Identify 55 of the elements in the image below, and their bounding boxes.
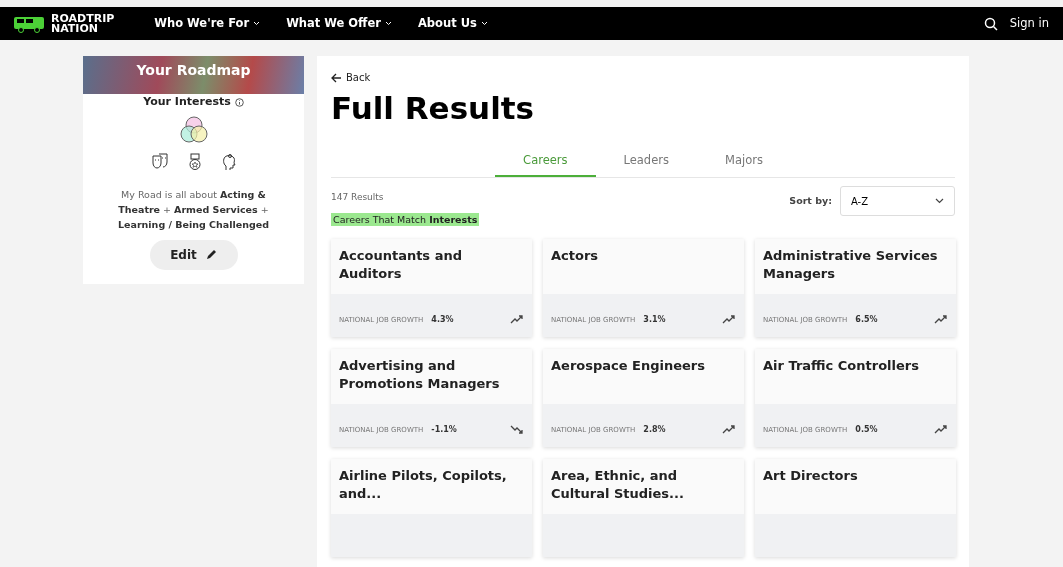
sort-dropdown[interactable]: A-Z [840, 186, 955, 217]
growth-value: 4.3% [431, 314, 454, 327]
roadmap-banner: Your Roadmap [83, 56, 304, 94]
venn-diagram-icon [178, 114, 209, 145]
career-title: Area, Ethnic, and Cultural Studies... [550, 466, 685, 503]
chevron-down-icon [480, 21, 488, 26]
results-tab[interactable]: Majors [696, 146, 791, 178]
info-icon[interactable] [234, 97, 244, 107]
growth-value: 0.5% [855, 424, 878, 437]
career-card[interactable]: Art Directors [755, 458, 956, 557]
career-title: Aerospace Engineers [550, 356, 707, 375]
sign-in-link[interactable]: Sign in [1009, 14, 1049, 33]
trend-up-icon [722, 315, 736, 326]
trend-up-icon [510, 315, 524, 326]
career-title: Airline Pilots, Copilots, and... [338, 466, 508, 503]
career-title: Art Directors [762, 466, 859, 485]
results-tab[interactable]: Leaders [595, 146, 697, 178]
trend-down-icon [510, 425, 524, 436]
chevron-down-icon [384, 21, 392, 26]
trend-up-icon [722, 425, 736, 436]
van-logo-icon [13, 14, 47, 33]
edit-button[interactable]: Edit [149, 239, 238, 270]
search-icon[interactable] [983, 16, 998, 31]
head-icon [221, 152, 236, 171]
medal-icon [187, 152, 202, 171]
arrow-left-icon [331, 72, 342, 83]
results-tab[interactable]: Careers [495, 146, 596, 178]
chevron-down-icon [935, 198, 944, 205]
interests-title: Your Interests [143, 94, 231, 110]
sort-label: Sort by: [789, 194, 832, 209]
nav-menu[interactable]: What We Offer [286, 14, 392, 33]
trend-up-icon [934, 425, 948, 436]
trend-up-icon [934, 315, 948, 326]
career-card[interactable]: Airline Pilots, Copilots, and... [331, 458, 532, 557]
nav-menu[interactable]: About Us [417, 14, 488, 33]
logo-text[interactable]: ROADTRIP NATION [51, 13, 115, 34]
chevron-down-icon [253, 21, 261, 26]
career-title: Advertising and Promotions Managers [338, 356, 501, 393]
career-title: Actors [550, 246, 600, 265]
interests-summary: My Road is all about Acting & Theatre + Armed Services + Learning / Being Challenged [117, 187, 270, 232]
nav-menu[interactable]: Who We're For [154, 14, 261, 33]
results-count: 147 Results [331, 191, 384, 205]
career-title: Accountants and Auditors [338, 246, 463, 283]
page-title: Full Results [331, 93, 536, 124]
theatre-masks-icon [151, 152, 168, 171]
growth-value: -1.1% [431, 424, 457, 437]
match-label: Careers That Match Interests [331, 213, 480, 227]
back-link[interactable]: Back [331, 70, 371, 85]
pencil-icon [204, 248, 217, 261]
growth-value: 2.8% [643, 424, 666, 437]
career-card[interactable]: Area, Ethnic, and Cultural Studies... [543, 458, 744, 557]
growth-value: 6.5% [855, 314, 878, 327]
career-title: Administrative Services Managers [762, 246, 939, 283]
growth-value: 3.1% [643, 314, 666, 327]
career-title: Air Traffic Controllers [762, 356, 920, 375]
